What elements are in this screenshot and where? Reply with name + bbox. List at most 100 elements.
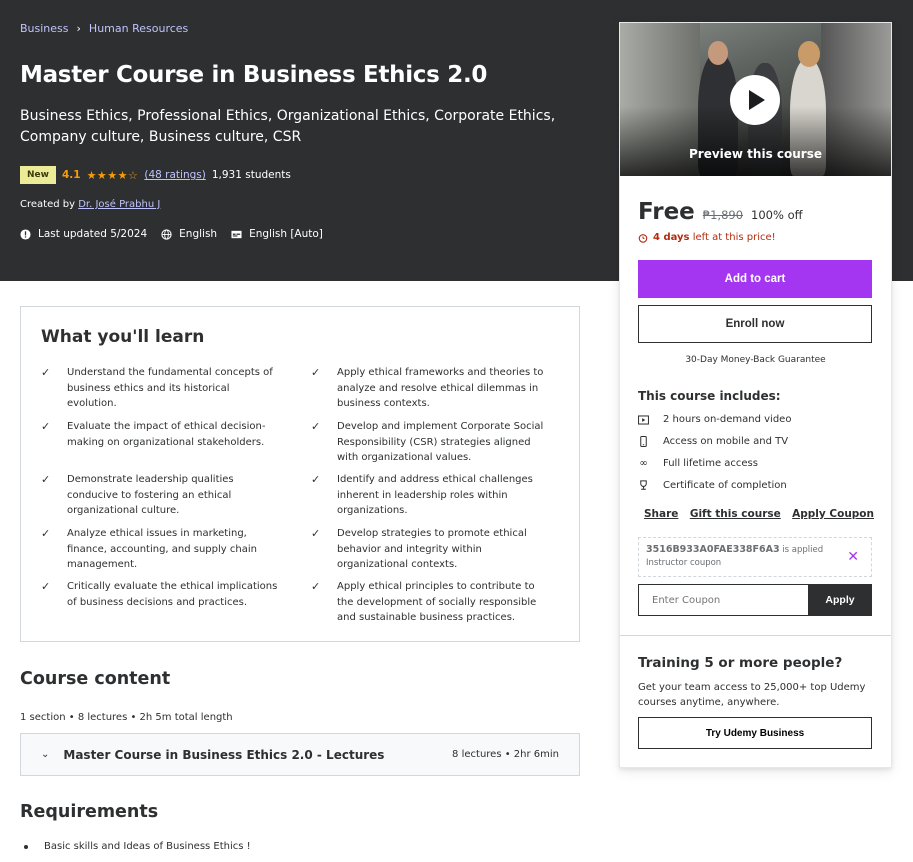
section-title: Master Course in Business Ethics 2.0 - L… [63, 747, 385, 762]
play-triangle [749, 90, 765, 110]
includes-item: Access on mobile and TV [638, 436, 788, 447]
closed-captions-icon [231, 230, 242, 238]
bullet-icon [24, 844, 28, 849]
learn-item: ✓ Identify and address ethical challenges… [311, 472, 551, 519]
language-text: English [179, 228, 218, 240]
discount-percent: 100% off [751, 208, 803, 222]
learn-item: ✓ Understand the fundamental concepts of … [41, 365, 281, 412]
learn-item-text: Develop and implement Corporate Social R… [337, 421, 544, 463]
learn-item: ✓ Analyze ethical issues in marketing, fi… [41, 526, 281, 573]
what-you-learn-title: What you'll learn [41, 327, 205, 347]
last-updated-text: Last updated 5/2024 [38, 228, 148, 240]
training-title: Training 5 or more people? [638, 655, 843, 671]
section-meta: 8 lectures • 2hr 6min [452, 749, 559, 760]
requirement-item: Basic skills and Ideas of Business Ethic… [24, 841, 251, 852]
original-price: ₱1,890 [702, 208, 744, 222]
learn-item-text: Demonstrate leadership qualities conduci… [67, 474, 234, 516]
what-you-learn-box: What you'll learn ✓ Understand the fundam… [20, 306, 580, 642]
divider [620, 635, 891, 636]
check-icon: ✓ [41, 473, 51, 486]
check-icon: ✓ [311, 420, 321, 433]
video-icon [638, 414, 649, 425]
learn-item-text: Identify and address ethical challenges … [337, 474, 533, 516]
countdown-days: 4 days [653, 232, 690, 243]
coupon-code: 3516B933A0FAE338F6A3 [646, 544, 780, 555]
coupon-type: Instructor coupon [646, 558, 722, 568]
money-back-guarantee: 30-Day Money-Back Guarantee [685, 355, 826, 365]
breadcrumb-business[interactable]: Business [20, 22, 69, 35]
current-price: Free [638, 199, 695, 225]
enroll-now-button[interactable]: Enroll now [638, 305, 872, 343]
learn-item: ✓ Apply ethical frameworks and theories t… [311, 365, 551, 412]
chevron-down-icon: ⌄ [41, 749, 50, 760]
play-icon[interactable] [730, 75, 780, 125]
learn-item-text: Evaluate the impact of ethical decision-… [67, 421, 266, 448]
includes-text: 2 hours on-demand video [663, 414, 792, 425]
check-icon: ✓ [311, 366, 321, 379]
learn-item-text: Understand the fundamental concepts of b… [67, 367, 273, 409]
course-preview[interactable]: Preview this course [620, 23, 891, 176]
coupon-input[interactable] [638, 584, 809, 616]
includes-text: Full lifetime access [663, 458, 758, 469]
gift-course-link[interactable]: Gift this course [690, 508, 781, 520]
requirement-text: Basic skills and Ideas of Business Ethic… [44, 841, 251, 852]
includes-title: This course includes: [638, 389, 781, 403]
purchase-sidebar: Preview this course Free ₱1,890 100% off… [619, 22, 892, 768]
course-content-meta: 1 section • 8 lectures • 2h 5m total len… [20, 712, 233, 723]
check-icon: ✓ [41, 366, 51, 379]
preview-label: Preview this course [688, 147, 822, 161]
share-link[interactable]: Share [644, 508, 678, 520]
apply-coupon-link[interactable]: Apply Coupon [792, 508, 874, 520]
mobile-icon [640, 436, 647, 447]
infinity-icon: ∞ [639, 458, 648, 469]
alarm-clock-icon [638, 233, 648, 243]
check-icon: ✓ [311, 527, 321, 540]
captions-text: English [Auto] [249, 228, 323, 240]
close-icon[interactable]: ✕ [847, 549, 859, 565]
breadcrumb-human-resources[interactable]: Human Resources [89, 22, 188, 35]
course-content-title: Course content [20, 669, 171, 689]
requirements-title: Requirements [20, 802, 159, 822]
learn-item: ✓ Develop and implement Corporate Social … [311, 419, 551, 466]
coupon-apply-button[interactable]: Apply [808, 584, 872, 616]
learn-item: ✓ Demonstrate leadership qualities conduc… [41, 472, 281, 519]
rating-row: New 4.1 ★★★★☆ (48 ratings) 1,931 student… [20, 166, 291, 184]
students-count: 1,931 students [211, 169, 291, 181]
applied-coupon: 3516B933A0FAE338F6A3 is applied Instruct… [638, 537, 872, 577]
includes-text: Certificate of completion [663, 480, 787, 491]
check-icon: ✓ [41, 527, 51, 540]
coupon-applied-text: is applied [782, 545, 824, 555]
learn-item-text: Analyze ethical issues in marketing, fin… [67, 528, 257, 570]
check-icon: ✓ [311, 580, 321, 593]
instructor-link[interactable]: Dr. José Prabhu J [78, 199, 160, 210]
last-updated: Last updated 5/2024 [20, 228, 147, 240]
star-rating-icon: ★★★★☆ [86, 168, 139, 182]
trophy-icon [640, 480, 647, 490]
includes-text: Access on mobile and TV [663, 436, 789, 447]
created-by-label: Created by [20, 199, 76, 210]
check-icon: ✓ [41, 580, 51, 593]
training-text: Get your team access to 25,000+ top Udem… [638, 682, 866, 708]
rating-value: 4.1 [61, 169, 81, 181]
countdown-text: left at this price! [692, 232, 776, 243]
course-subtitle: Business Ethics, Professional Ethics, Or… [20, 108, 556, 145]
globe-icon [161, 228, 172, 240]
alert-badge-icon [20, 228, 31, 240]
breadcrumb: Business › Human Resources [20, 22, 188, 35]
includes-item: Certificate of completion [638, 480, 787, 491]
includes-item: ∞ Full lifetime access [638, 458, 758, 469]
new-badge: New [20, 166, 56, 184]
learn-item: ✓ Develop strategies to promote ethical b… [311, 526, 551, 573]
page-title: Master Course in Business Ethics 2.0 [20, 62, 488, 88]
captions: English [Auto] [231, 228, 323, 240]
preview-person [798, 41, 820, 67]
section-accordion[interactable]: ⌄ Master Course in Business Ethics 2.0 -… [20, 733, 580, 776]
check-icon: ✓ [311, 473, 321, 486]
add-to-cart-button[interactable]: Add to cart [638, 260, 872, 298]
learn-item-text: Critically evaluate the ethical implicat… [67, 581, 278, 608]
language: English [161, 228, 217, 240]
learn-item: ✓ Critically evaluate the ethical implica… [41, 579, 281, 610]
ratings-count-link[interactable]: (48 ratings) [144, 169, 205, 181]
learn-item-text: Apply ethical frameworks and theories to… [337, 367, 544, 409]
try-udemy-business-button[interactable]: Try Udemy Business [638, 717, 872, 749]
